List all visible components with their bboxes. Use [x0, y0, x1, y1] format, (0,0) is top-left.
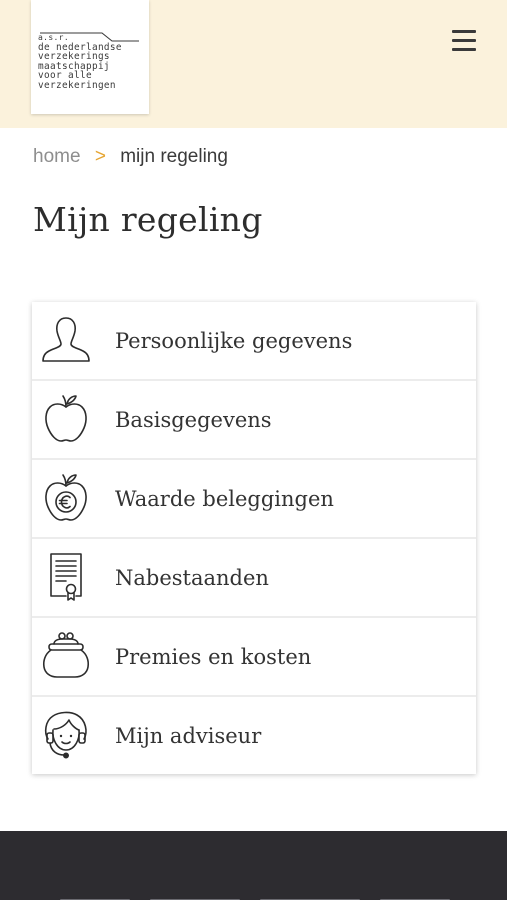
menu-item-basisgegevens[interactable]: Basisgegevens — [32, 381, 476, 460]
apple-icon — [45, 395, 87, 442]
advisor-headset-icon — [44, 711, 87, 759]
breadcrumb-current: mijn regeling — [120, 146, 228, 167]
hamburger-menu-icon-bar — [452, 48, 476, 51]
menu-item-nabestaanden[interactable]: Nabestaanden — [32, 539, 476, 618]
person-icon — [42, 317, 90, 362]
apple-euro-icon — [45, 474, 87, 521]
menu-item-persoonlijke-gegevens[interactable]: Persoonlijke gegevens — [32, 302, 476, 381]
menu-item-mijn-adviseur[interactable]: Mijn adviseur — [32, 697, 476, 774]
logo-line: verzekeringen — [38, 79, 116, 91]
menu-item-label: Persoonlijke gegevens — [115, 329, 353, 353]
asr-logo[interactable]: a.s.r. de nederlandse verzekerings maats… — [31, 0, 149, 114]
footer-links — [0, 891, 507, 900]
regeling-menu: Persoonlijke gegevens Basisgegevens Waar… — [32, 302, 476, 774]
page-title: Mijn regeling — [33, 200, 263, 239]
hamburger-menu-icon-bar — [452, 39, 476, 42]
hamburger-menu-icon-bar — [452, 30, 476, 33]
menu-item-label: Basisgegevens — [115, 408, 272, 432]
menu-item-label: Premies en kosten — [115, 645, 312, 669]
menu-item-premies-en-kosten[interactable]: Premies en kosten — [32, 618, 476, 697]
logo-text: a.s.r. de nederlandse verzekerings maats… — [38, 33, 143, 91]
menu-item-label: Nabestaanden — [115, 566, 269, 590]
purse-icon — [42, 632, 90, 678]
certificate-icon — [50, 553, 82, 601]
site-header: a.s.r. de nederlandse verzekerings maats… — [0, 0, 507, 128]
breadcrumb-separator: > — [94, 146, 106, 167]
hamburger-menu-button[interactable] — [450, 28, 478, 52]
breadcrumb: home > mijn regeling — [33, 146, 228, 168]
breadcrumb-home-link[interactable]: home — [33, 146, 81, 167]
menu-item-label: Mijn adviseur — [115, 724, 262, 748]
menu-item-label: Waarde beleggingen — [115, 487, 334, 511]
menu-item-waarde-beleggingen[interactable]: Waarde beleggingen — [32, 460, 476, 539]
site-footer — [0, 831, 507, 900]
